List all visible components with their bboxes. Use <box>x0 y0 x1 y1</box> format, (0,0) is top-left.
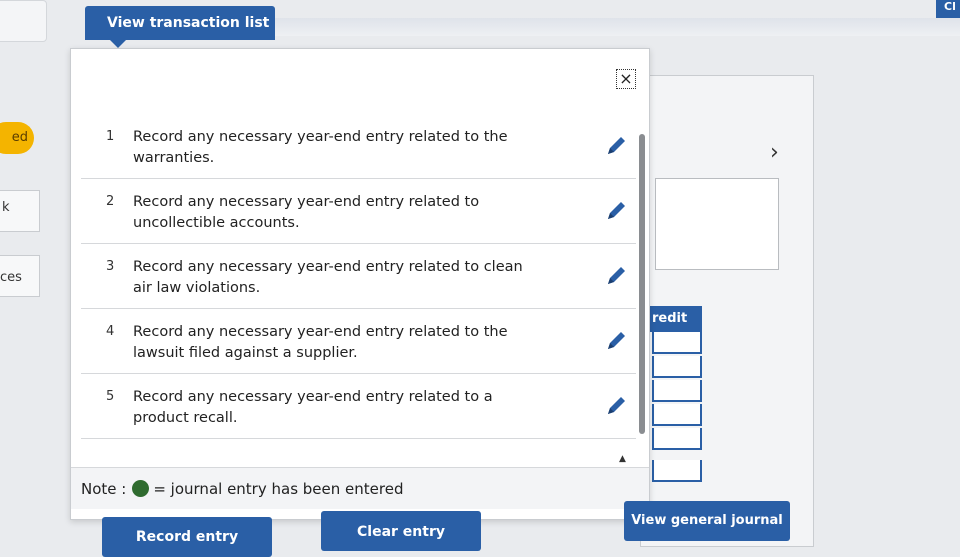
edit-pencil-icon[interactable] <box>604 134 628 158</box>
corner-button[interactable]: Cl <box>936 0 960 18</box>
transaction-description: Record any necessary year-end entry rela… <box>133 194 480 231</box>
credit-cell[interactable] <box>652 428 702 450</box>
background-card <box>0 0 47 42</box>
clear-entry-button[interactable]: Clear entry <box>321 511 481 551</box>
transaction-description: Record any necessary year-end entry rela… <box>133 259 523 296</box>
transaction-number: 5 <box>106 389 115 404</box>
note-bar: Note : = journal entry has been entered <box>71 467 649 509</box>
view-general-journal-button[interactable]: View general journal <box>624 501 790 541</box>
transaction-description: Record any necessary year-end entry rela… <box>133 324 508 361</box>
transaction-number: 3 <box>106 259 115 274</box>
edit-pencil-icon[interactable] <box>604 329 628 353</box>
credit-cell[interactable] <box>652 404 702 426</box>
background-text-k: k <box>2 200 10 215</box>
credit-cell[interactable] <box>652 332 702 354</box>
transaction-list-popup: × 1 Record any necessary year-end entry … <box>70 48 650 520</box>
background-text-ces: ces <box>0 270 22 285</box>
transaction-description: Record any necessary year-end entry rela… <box>133 389 493 426</box>
transaction-number: 4 <box>106 324 115 339</box>
transaction-row[interactable]: 5 Record any necessary year-end entry re… <box>81 374 636 439</box>
transaction-row[interactable]: 2 Record any necessary year-end entry re… <box>81 179 636 244</box>
note-text: = journal entry has been entered <box>153 480 404 498</box>
tab-fragment[interactable]: ed <box>0 122 34 154</box>
transaction-description: Record any necessary year-end entry rela… <box>133 129 508 166</box>
transaction-row[interactable]: 3 Record any necessary year-end entry re… <box>81 244 636 309</box>
credit-cell[interactable] <box>652 356 702 378</box>
background-stripe <box>270 18 960 36</box>
edit-pencil-icon[interactable] <box>604 264 628 288</box>
transaction-number: 1 <box>106 129 115 144</box>
edit-pencil-icon[interactable] <box>604 199 628 223</box>
scrollbar[interactable] <box>639 134 645 434</box>
note-label: Note : <box>81 480 127 498</box>
transaction-row[interactable]: 4 Record any necessary year-end entry re… <box>81 309 636 374</box>
transaction-number: 2 <box>106 194 115 209</box>
entered-dot-icon <box>132 480 150 497</box>
view-transaction-list-button[interactable]: View transaction list <box>85 6 275 48</box>
record-entry-button[interactable]: Record entry <box>102 517 272 557</box>
close-icon[interactable]: × <box>616 69 636 89</box>
chevron-right-icon[interactable]: › <box>770 140 779 165</box>
background-input-box <box>655 178 779 270</box>
edit-pencil-icon[interactable] <box>604 394 628 418</box>
credit-cell[interactable] <box>652 460 702 482</box>
transaction-list: 1 Record any necessary year-end entry re… <box>81 114 636 439</box>
transaction-row[interactable]: 1 Record any necessary year-end entry re… <box>81 114 636 179</box>
credit-column-header: redit <box>650 306 702 332</box>
credit-cell[interactable] <box>652 380 702 402</box>
scroll-up-arrow-icon[interactable]: ▲ <box>619 454 626 464</box>
